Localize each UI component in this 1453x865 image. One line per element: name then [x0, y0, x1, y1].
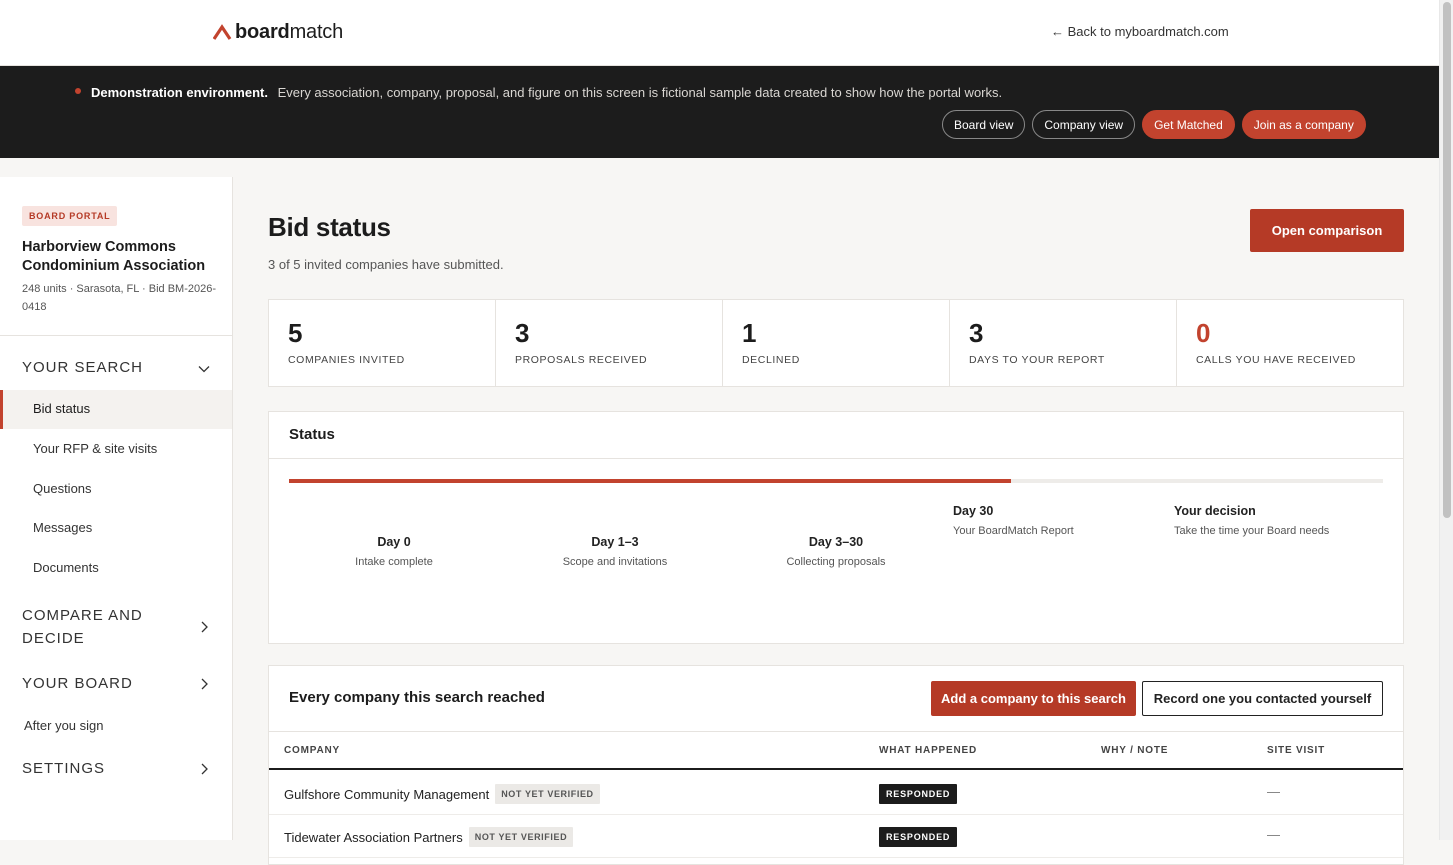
stat-label: DAYS TO YOUR REPORT [969, 354, 1105, 366]
status-badge: RESPONDED [879, 784, 958, 804]
companies-card: Every company this search reached Add a … [268, 665, 1404, 865]
timeline-step: Your decision Take the time your Board n… [1174, 504, 1374, 537]
column-header-site-visit: SITE VISIT [1267, 745, 1326, 756]
unverified-badge: NOT YET VERIFIED [495, 784, 600, 804]
page-scrollbar[interactable] [1439, 0, 1453, 840]
demo-banner-title: Demonstration environment. [91, 85, 268, 100]
unverified-badge: NOT YET VERIFIED [468, 827, 574, 847]
nav-section-your-board[interactable]: YOUR BOARD [22, 672, 133, 695]
step-day: Day 3–30 [808, 535, 864, 549]
sidebar-item-rfp-site-visits[interactable]: Your RFP & site visits [33, 441, 157, 456]
stat-value: 3 [515, 318, 530, 348]
stats-summary: 5 COMPANIES INVITED 3 PROPOSALS RECEIVED… [268, 299, 1404, 387]
stat-declined: 1 DECLINED [723, 300, 950, 386]
table-row[interactable]: Gulfshore Community Management NOT YET V… [269, 772, 1403, 815]
chevron-down-icon[interactable] [198, 363, 210, 375]
demo-view-switcher: Board view Company view Get Matched Join… [942, 110, 1366, 139]
timeline-step: Day 0 Intake complete [334, 535, 454, 568]
column-header-company: COMPANY [284, 745, 340, 756]
sidebar-item-documents[interactable]: Documents [33, 560, 99, 575]
chevron-right-icon[interactable] [198, 621, 210, 633]
association-meta: 248 units · Sarasota, FL · Bid BM-2026-0… [22, 283, 217, 313]
step-description: Your BoardMatch Report [953, 525, 1074, 537]
company-cell: Gulfshore Community Management NOT YET V… [284, 784, 600, 804]
nav-section-your-search[interactable]: YOUR SEARCH [22, 356, 143, 379]
nav-section-settings[interactable]: SETTINGS [22, 757, 105, 780]
chevron-right-icon[interactable] [198, 763, 210, 775]
stat-label: CALLS YOU HAVE RECEIVED [1196, 354, 1356, 366]
stat-value: 3 [969, 318, 984, 348]
stat-calls-received: 0 CALLS YOU HAVE RECEIVED [1177, 300, 1403, 386]
get-matched-button[interactable]: Get Matched [1142, 110, 1235, 139]
step-day: Day 0 [377, 535, 411, 549]
sidebar-item-messages[interactable]: Messages [33, 520, 92, 535]
step-description: Collecting proposals [786, 556, 886, 568]
company-cell: Tidewater Association Partners NOT YET V… [284, 827, 574, 847]
page-title: Bid status [268, 212, 391, 242]
step-day: Your decision [1174, 504, 1256, 518]
step-description: Intake complete [355, 556, 433, 568]
board-portal-badge: BOARD PORTAL [22, 206, 118, 226]
logo-text-bold: board [235, 20, 290, 43]
logo-chevron-icon [213, 24, 232, 40]
companies-card-title: Every company this search reached [289, 689, 545, 706]
stat-label: PROPOSALS RECEIVED [515, 354, 648, 366]
stat-value: 0 [1196, 318, 1211, 348]
stat-companies-invited: 5 COMPANIES INVITED [269, 300, 496, 386]
scrollbar-thumb[interactable] [1443, 2, 1451, 518]
table-row[interactable]: Tidewater Association Partners NOT YET V… [269, 815, 1403, 858]
demo-banner-text: Demonstration environment. Every associa… [91, 85, 1002, 100]
top-bar: board match ← Back to myboardmatch.com [0, 0, 1439, 66]
association-name: Harborview Commons Condominium Associati… [22, 239, 206, 274]
timeline-step: Day 30 Your BoardMatch Report [953, 504, 1133, 537]
sidebar-item-after-you-sign[interactable]: After you sign [24, 718, 104, 733]
open-comparison-button[interactable]: Open comparison [1250, 209, 1404, 252]
timeline-step: Day 1–3 Scope and invitations [545, 535, 685, 568]
company-name[interactable]: Tidewater Association Partners [284, 830, 463, 845]
status-badge: RESPONDED [879, 827, 958, 847]
step-day: Day 1–3 [591, 535, 639, 549]
demo-banner-message: Every association, company, proposal, an… [277, 85, 1003, 100]
back-to-site-link[interactable]: ← Back to myboardmatch.com [1051, 24, 1229, 39]
page-subtitle: 3 of 5 invited companies have submitted. [268, 257, 504, 272]
stat-value: 1 [742, 318, 757, 348]
company-view-button[interactable]: Company view [1032, 110, 1136, 139]
board-view-button[interactable]: Board view [942, 110, 1026, 139]
stat-label: COMPANIES INVITED [288, 354, 405, 366]
status-card: Status Day 0 Intake complete Day 1–3 Sco… [268, 411, 1404, 644]
chevron-right-icon[interactable] [198, 678, 210, 690]
sidebar: BOARD PORTAL Harborview Commons Condomin… [0, 177, 233, 840]
boardmatch-logo[interactable]: board match [213, 20, 343, 44]
step-day: Day 30 [953, 504, 994, 518]
status-card-title: Status [269, 412, 1403, 459]
column-header-why-note: WHY / NOTE [1101, 745, 1169, 756]
stat-proposals-received: 3 PROPOSALS RECEIVED [496, 300, 723, 386]
sidebar-divider [0, 335, 232, 336]
demo-indicator-dot [75, 88, 81, 94]
column-header-what-happened: WHAT HAPPENED [879, 745, 977, 756]
record-contact-button[interactable]: Record one you contacted yourself [1142, 681, 1383, 716]
demo-banner: Demonstration environment. Every associa… [0, 66, 1439, 158]
join-as-company-button[interactable]: Join as a company [1241, 110, 1366, 139]
stat-label: DECLINED [742, 354, 800, 366]
company-name[interactable]: Gulfshore Community Management [284, 787, 489, 802]
step-description: Scope and invitations [562, 556, 668, 568]
timeline-step: Day 3–30 Collecting proposals [766, 535, 906, 568]
table-header: COMPANY WHAT HAPPENED WHY / NOTE SITE VI… [269, 731, 1403, 770]
logo-text-light: match [289, 20, 344, 43]
sidebar-item-questions[interactable]: Questions [33, 481, 92, 496]
status-progress-track [289, 479, 1383, 483]
stat-value: 5 [288, 318, 303, 348]
stat-days-to-report: 3 DAYS TO YOUR REPORT [950, 300, 1177, 386]
add-company-button[interactable]: Add a company to this search [931, 681, 1136, 716]
nav-section-compare-and-decide[interactable]: COMPARE AND DECIDE [22, 604, 172, 650]
step-description: Take the time your Board needs [1174, 525, 1330, 537]
status-progress-fill [289, 479, 1012, 483]
site-visit-value: — [1267, 784, 1280, 799]
sidebar-item-bid-status[interactable]: Bid status [33, 401, 90, 416]
